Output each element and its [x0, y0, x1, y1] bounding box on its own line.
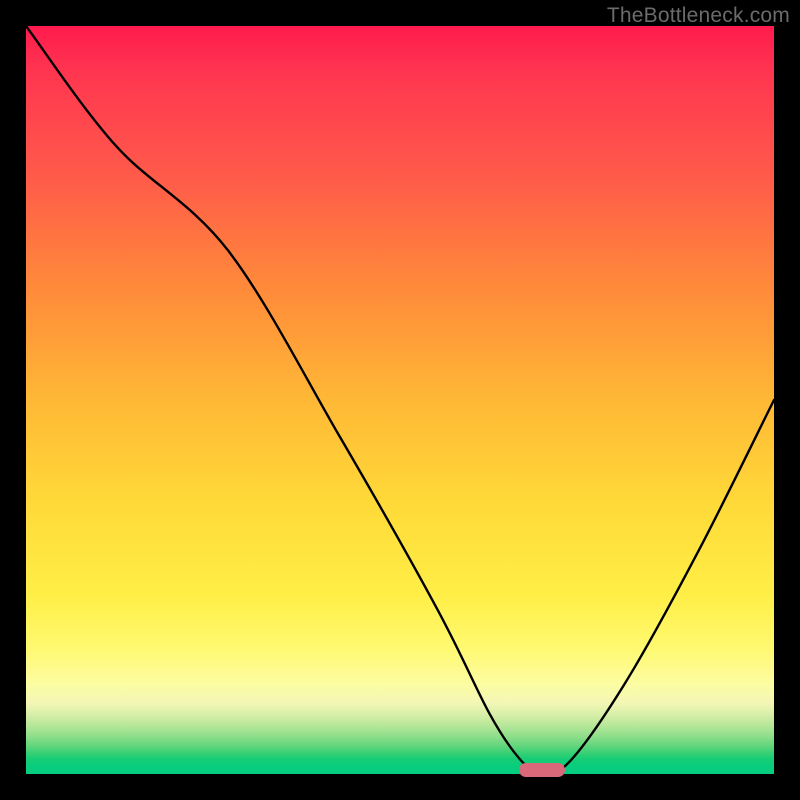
plot-area	[26, 26, 774, 774]
optimal-marker	[519, 763, 565, 777]
watermark-text: TheBottleneck.com	[607, 4, 790, 28]
chart-frame: TheBottleneck.com	[0, 0, 800, 800]
bottleneck-curve	[26, 26, 774, 774]
